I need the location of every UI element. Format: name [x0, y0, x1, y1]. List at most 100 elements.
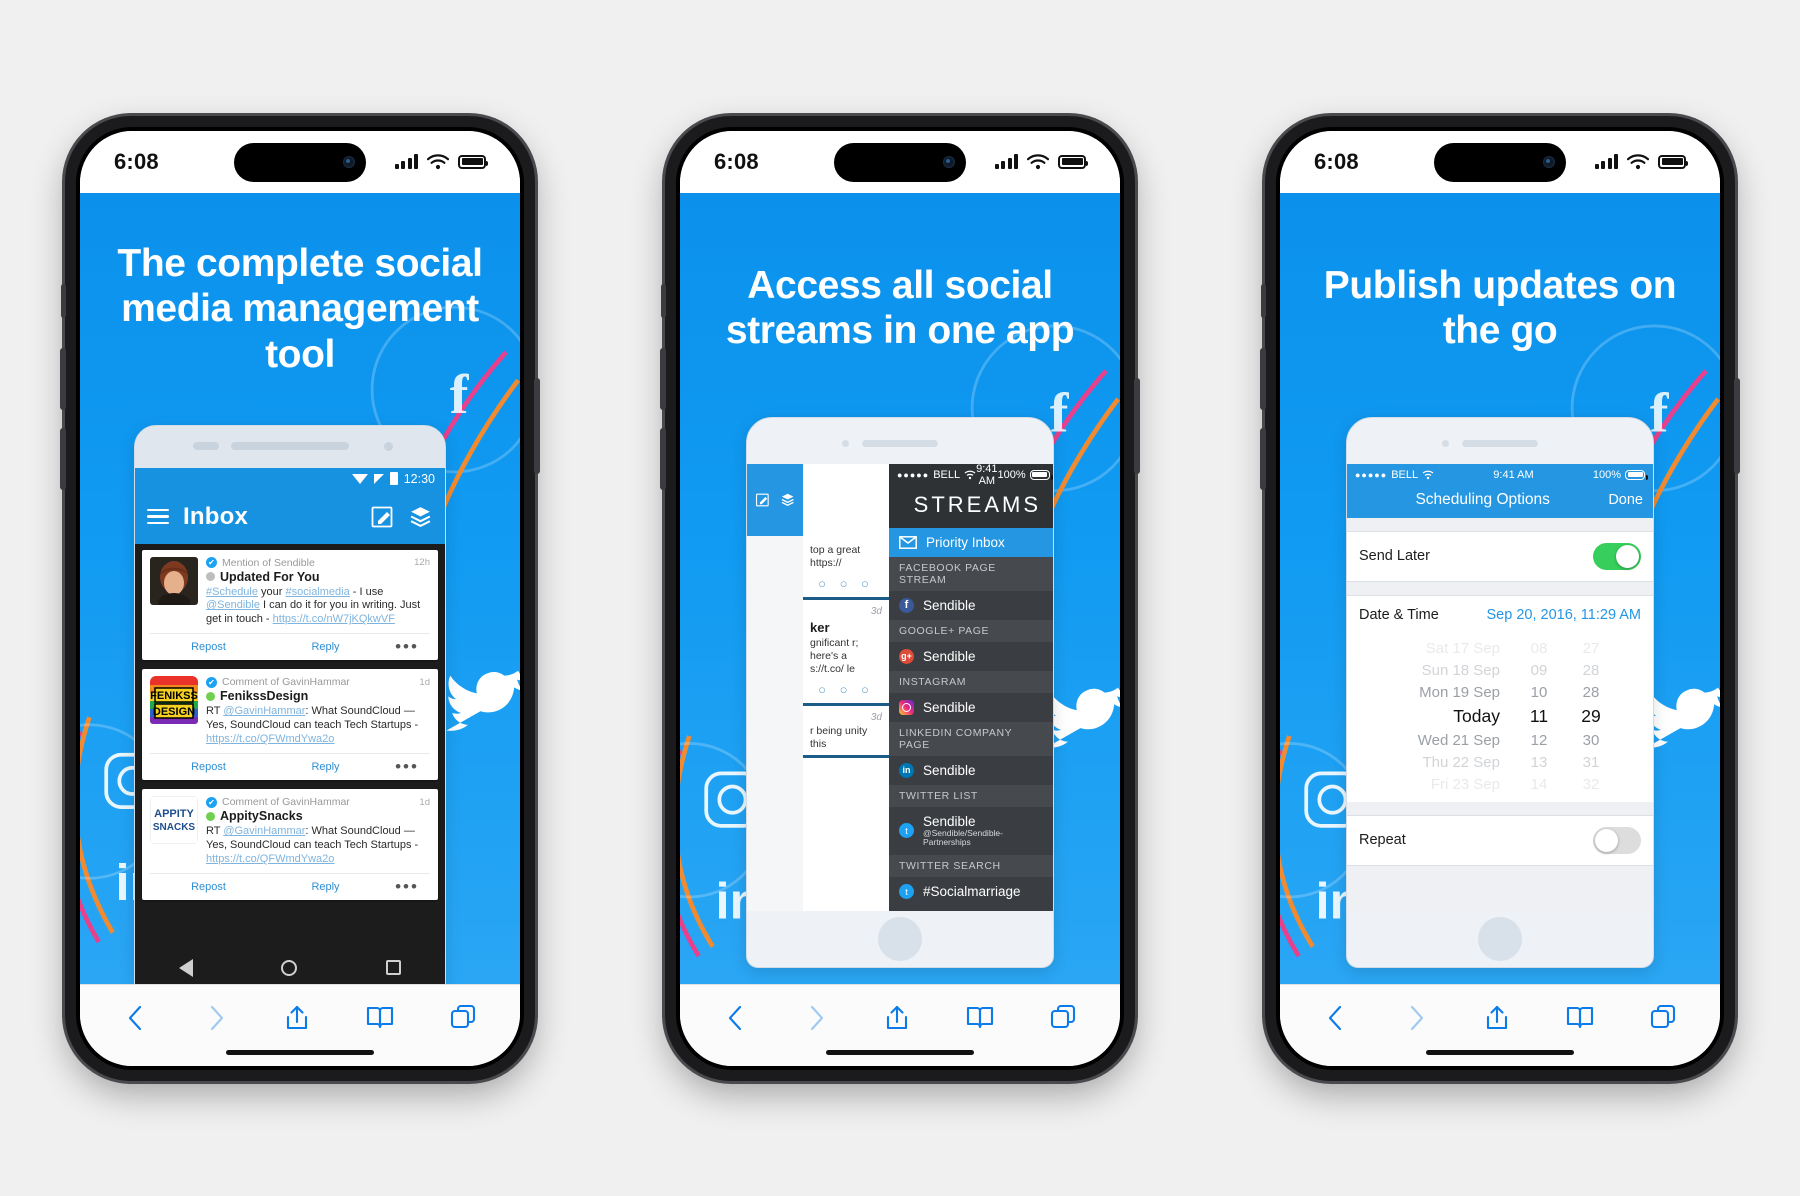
wifi-icon — [1627, 153, 1649, 169]
more-options-icon[interactable]: ••• — [384, 878, 430, 895]
power-button[interactable] — [1134, 377, 1140, 474]
stream-item[interactable]: f Sendible — [889, 590, 1053, 620]
inbox-card-list[interactable]: ✔ Mention of Sendible 12h Updated For Yo… — [135, 543, 445, 984]
back-icon[interactable] — [723, 1003, 749, 1038]
reply-button[interactable]: Reply — [267, 881, 384, 893]
picker-hour: 09 — [1530, 662, 1548, 679]
date-time-row[interactable]: Date & Time Sep 20, 2016, 11:29 AM — [1347, 594, 1653, 634]
nav-title: Scheduling Options — [1415, 490, 1550, 508]
cellular-signal-icon — [394, 154, 418, 169]
android-nav-bar[interactable] — [135, 948, 445, 984]
feed-card[interactable]: 3d r being unity this — [803, 706, 889, 759]
share-icon[interactable] — [883, 1003, 911, 1038]
back-icon[interactable] — [1323, 1003, 1349, 1038]
mock-phone-top — [747, 418, 1053, 464]
repeat-row[interactable]: Repeat — [1347, 814, 1653, 866]
done-button[interactable]: Done — [1608, 492, 1643, 508]
streams-layers-icon[interactable] — [780, 487, 795, 512]
volume-up-button[interactable] — [660, 347, 666, 410]
android-back-icon[interactable] — [179, 958, 194, 977]
repost-button[interactable]: Repost — [150, 761, 267, 773]
inbox-card[interactable]: FENIKSS DESIGN ✔ Comment of GavinHammar — [142, 669, 438, 781]
tabs-icon[interactable] — [1649, 1003, 1677, 1038]
stream-item[interactable]: Sendible — [889, 692, 1053, 722]
send-later-row[interactable]: Send Later — [1347, 530, 1653, 582]
card-actions[interactable]: Repost Reply ••• — [150, 633, 430, 660]
send-later-toggle[interactable] — [1593, 542, 1641, 570]
forward-icon[interactable] — [203, 1003, 229, 1038]
repost-button[interactable]: Repost — [150, 881, 267, 893]
forward-icon[interactable] — [1403, 1003, 1429, 1038]
picker-row[interactable]: Mon 19 Sep 10 28 — [1347, 682, 1653, 704]
volume-up-button[interactable] — [1260, 347, 1266, 410]
more-options-icon[interactable]: ••• — [384, 758, 430, 775]
tabs-icon[interactable] — [1049, 1003, 1077, 1038]
share-icon[interactable] — [1483, 1003, 1511, 1038]
more-options-icon[interactable]: ••• — [384, 638, 430, 655]
inbox-card[interactable]: ✔ Mention of Sendible 12h Updated For Yo… — [142, 549, 438, 661]
feed-card[interactable]: top a great https:// ○ ○ ○ — [803, 535, 889, 600]
picker-row[interactable]: Sat 17 Sep 08 27 — [1347, 638, 1653, 660]
stream-item-priority-inbox[interactable]: Priority Inbox — [889, 527, 1053, 557]
menu-icon[interactable] — [147, 508, 169, 525]
mock-home-button[interactable] — [878, 916, 922, 961]
android-home-icon[interactable] — [281, 959, 298, 976]
back-icon[interactable] — [123, 1003, 149, 1038]
android-recents-icon[interactable] — [385, 960, 401, 975]
picker-row[interactable]: Thu 22 Sep 13 31 — [1347, 752, 1653, 774]
android-battery-icon — [389, 472, 398, 485]
envelope-icon — [899, 535, 917, 549]
feed-column[interactable]: top a great https:// ○ ○ ○ 3d ker gnific… — [803, 463, 889, 911]
stream-item[interactable]: t Sendible — [889, 906, 1053, 911]
mute-switch[interactable] — [61, 283, 66, 318]
volume-down-button[interactable] — [660, 427, 666, 490]
picker-row[interactable]: Wed 21 Sep 12 30 — [1347, 730, 1653, 752]
screenshot-stage: 6:08 f The complete social media managem… — [0, 0, 1800, 1196]
compose-icon[interactable] — [755, 488, 770, 512]
feed-card-age: 3d — [870, 712, 882, 724]
repeat-toggle[interactable] — [1593, 826, 1641, 854]
feed-card-actions-icon[interactable]: ○ ○ ○ — [810, 570, 882, 593]
stream-item[interactable]: g+ Sendible — [889, 641, 1053, 671]
status-indicators — [994, 153, 1088, 170]
share-icon[interactable] — [283, 1003, 311, 1038]
mute-switch[interactable] — [661, 283, 666, 318]
repost-button[interactable]: Repost — [150, 641, 267, 653]
picker-row-selected[interactable]: Today 11 29 — [1347, 704, 1653, 730]
streams-layers-icon[interactable] — [408, 504, 433, 529]
stream-item[interactable]: in Sendible — [889, 755, 1053, 785]
book-icon[interactable] — [965, 1003, 995, 1038]
card-source: Comment of GavinHammar — [222, 676, 350, 689]
picker-row[interactable]: Sun 18 Sep 09 28 — [1347, 660, 1653, 682]
compose-toolbar[interactable] — [747, 463, 803, 536]
card-actions[interactable]: Repost Reply ••• — [150, 873, 430, 900]
compose-icon[interactable] — [370, 505, 394, 529]
card-actions[interactable]: Repost Reply ••• — [150, 753, 430, 780]
power-button[interactable] — [1734, 377, 1740, 474]
mute-switch[interactable] — [1261, 283, 1266, 318]
feed-column-left[interactable] — [747, 463, 803, 911]
picker-row[interactable]: Fri 23 Sep 14 32 — [1347, 774, 1653, 796]
tabs-icon[interactable] — [449, 1003, 477, 1038]
reply-button[interactable]: Reply — [267, 641, 384, 653]
volume-down-button[interactable] — [60, 427, 66, 490]
mock-home-button[interactable] — [1478, 916, 1522, 961]
streams-screen[interactable]: top a great https:// ○ ○ ○ 3d ker gnific… — [747, 463, 1053, 911]
forward-icon[interactable] — [803, 1003, 829, 1038]
power-button[interactable] — [534, 377, 540, 474]
streams-panel[interactable]: ●●●●● BELL 9:41 AM 100% STREAMS Priority… — [889, 463, 1053, 911]
book-icon[interactable] — [1565, 1003, 1595, 1038]
volume-up-button[interactable] — [60, 347, 66, 410]
stream-item[interactable]: t #Socialmarriage — [889, 877, 1053, 907]
feed-card-actions-icon[interactable]: ○ ○ ○ — [810, 676, 882, 699]
picker-minute: 31 — [1582, 754, 1600, 771]
book-icon[interactable] — [365, 1003, 395, 1038]
inbox-card[interactable]: APPITY SNACKS ✔ Comment of GavinHammar 1… — [142, 789, 438, 901]
volume-down-button[interactable] — [1260, 427, 1266, 490]
feed-card[interactable]: 3d ker gnificant r; here's a s://t.co/ l… — [803, 599, 889, 707]
stream-item[interactable]: t Sendible @Sendible/Sendible-Partnershi… — [889, 806, 1053, 856]
picker-day: Wed 21 Sep — [1417, 732, 1500, 749]
scheduling-options-screen[interactable]: ●●●●● BELL 9:41 AM 100% Scheduling Optio… — [1347, 463, 1653, 911]
reply-button[interactable]: Reply — [267, 761, 384, 773]
date-time-picker[interactable]: Sat 17 Sep 08 27 Sun 18 Sep 09 28 Mon 19… — [1347, 633, 1653, 802]
